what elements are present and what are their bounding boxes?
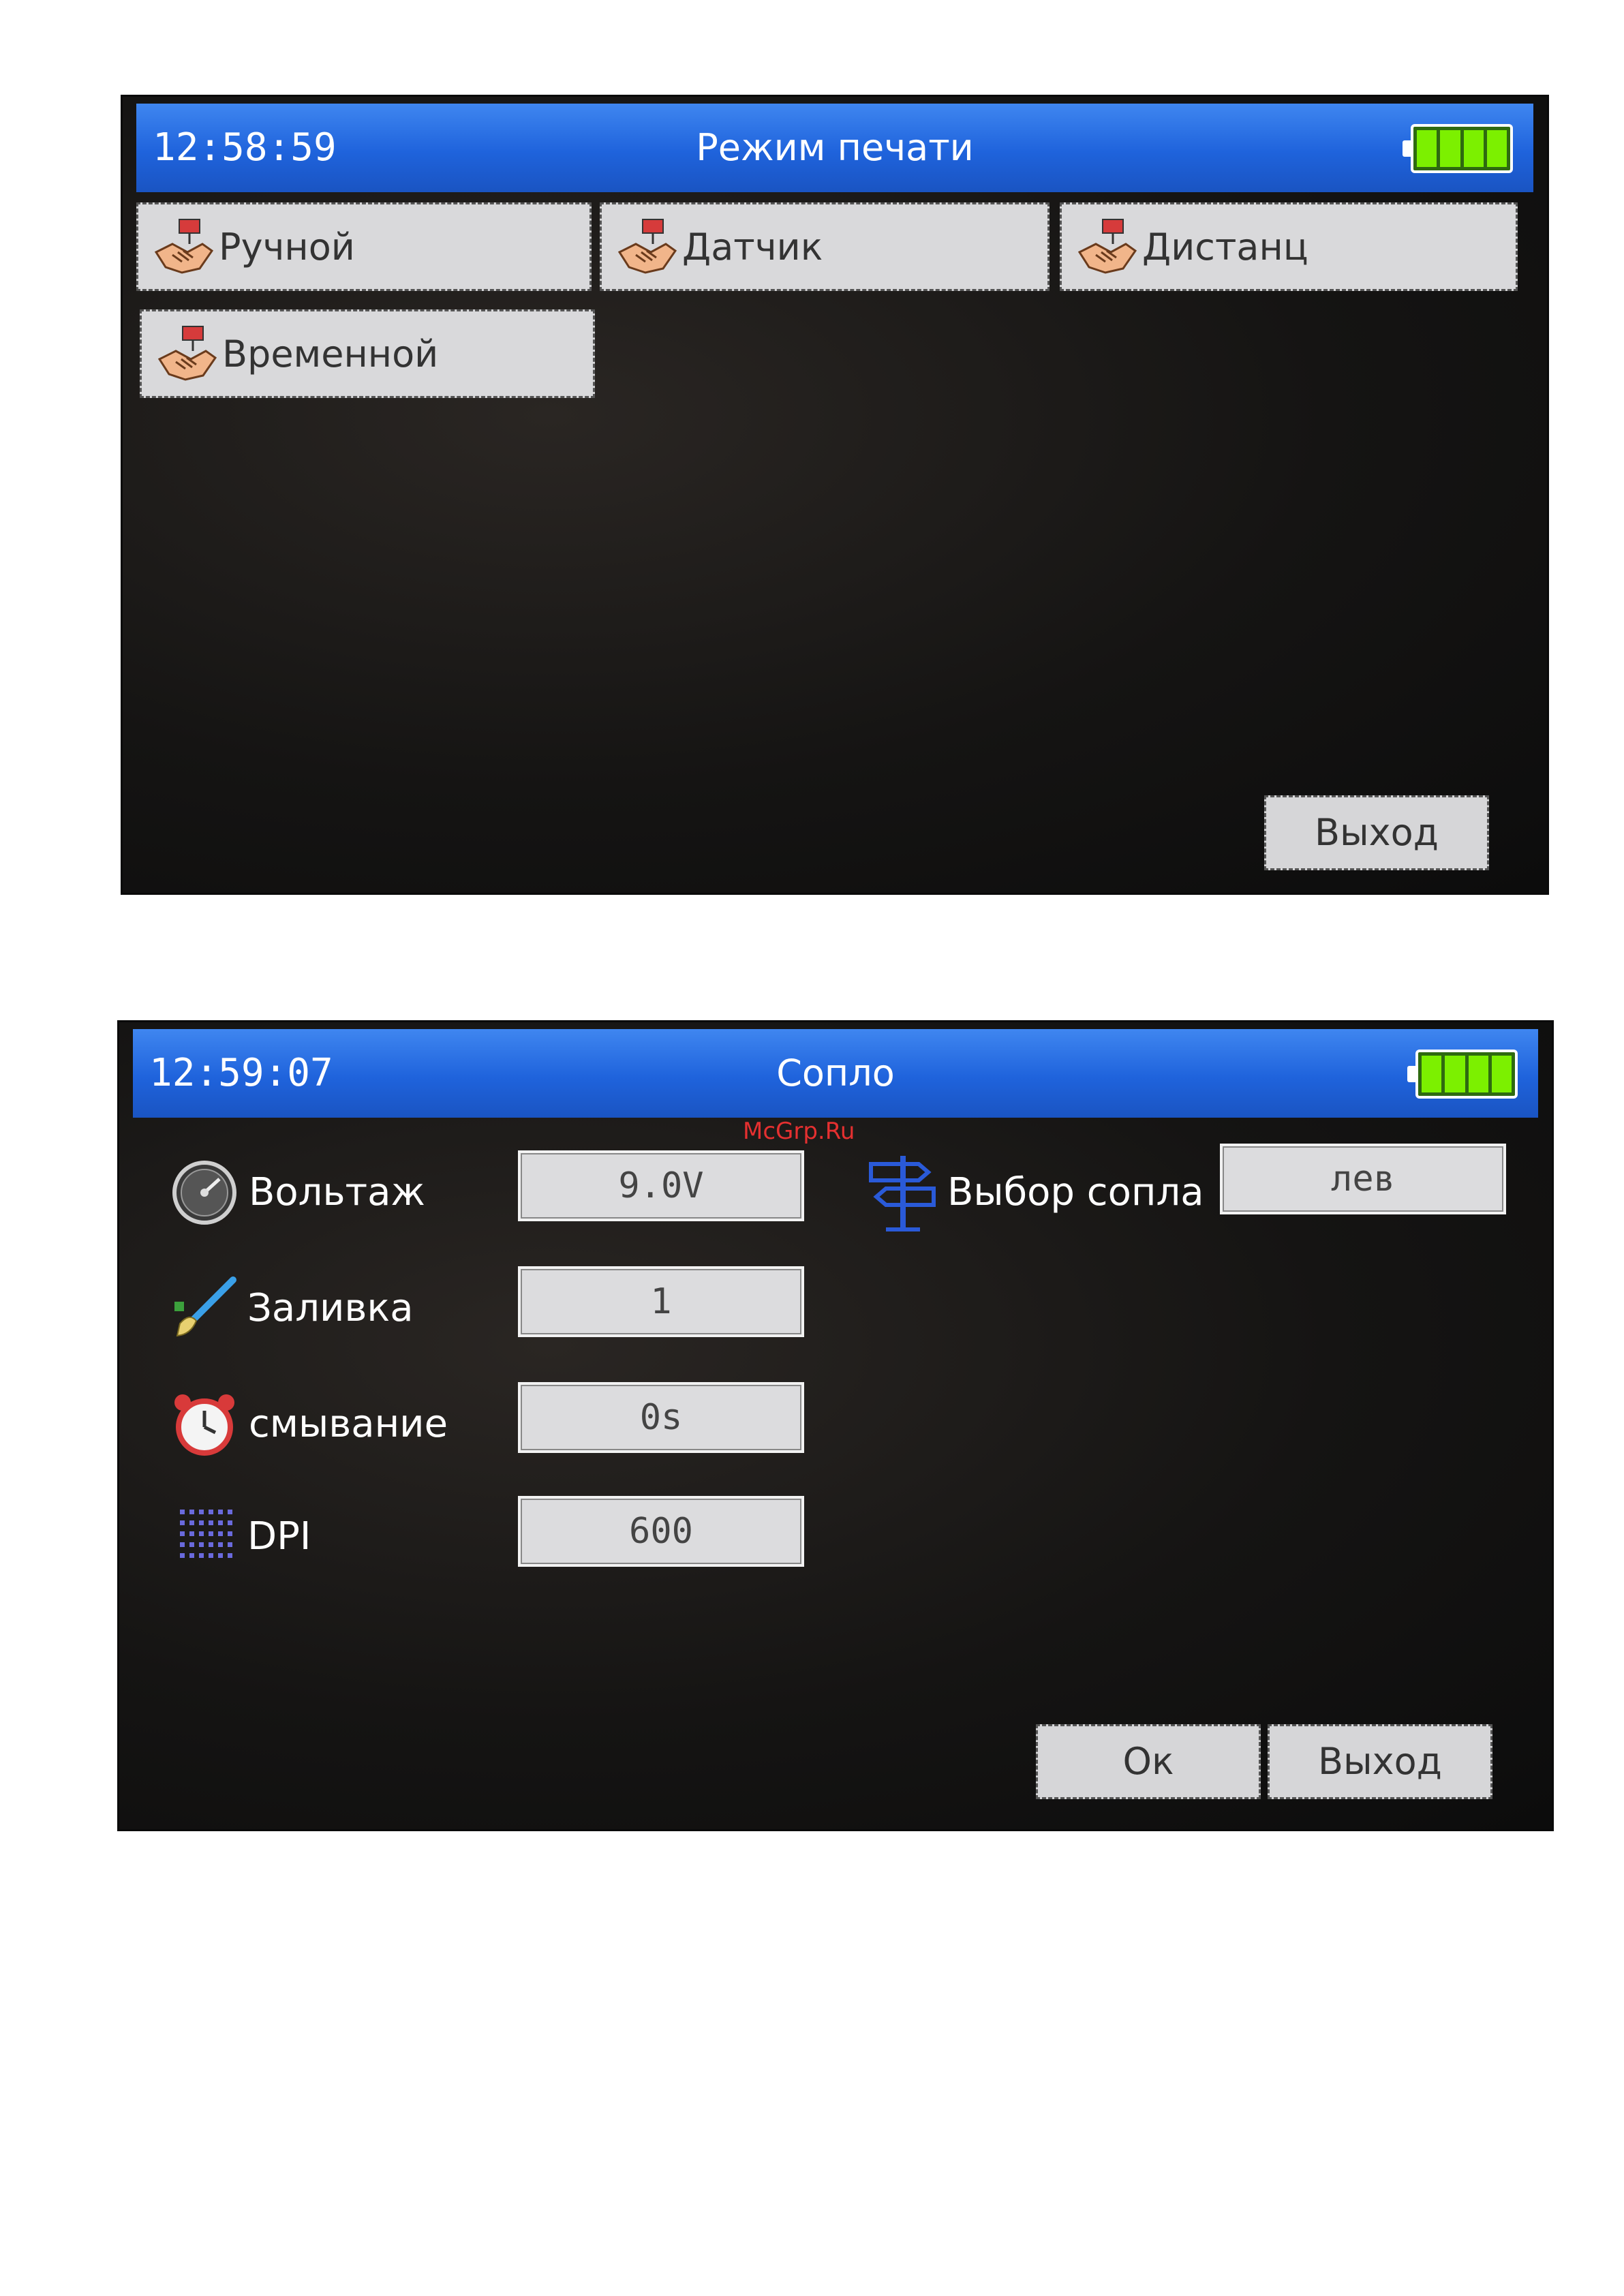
- mode-remote-button[interactable]: Дистанц: [1060, 202, 1518, 291]
- flush-label: смывание: [249, 1402, 448, 1446]
- dpi-label: DPI: [247, 1514, 311, 1559]
- watermark: McGrp.Ru: [743, 1118, 855, 1145]
- mode-sensor-button[interactable]: Датчик: [600, 202, 1050, 291]
- voltage-label: Вольтаж: [249, 1170, 425, 1214]
- nozzle-select-label: Выбор сопла: [947, 1170, 1204, 1214]
- mode-label: Ручной: [219, 225, 355, 269]
- fill-field[interactable]: 1: [518, 1266, 804, 1337]
- title-bar: 12:59:07 Сопло: [133, 1029, 1538, 1118]
- print-mode-screen: 12:58:59 Режим печати Ручной Датчик Дист…: [123, 97, 1547, 893]
- alarm-clock-icon: [174, 1394, 234, 1456]
- handshake-icon: [154, 219, 214, 274]
- dpi-field[interactable]: 600: [518, 1496, 804, 1567]
- gauge-icon: [172, 1161, 236, 1225]
- handshake-icon: [617, 219, 677, 274]
- screen-title: Режим печати: [696, 126, 974, 169]
- brush-icon: [174, 1276, 236, 1337]
- fill-label: Заливка: [247, 1286, 414, 1330]
- mode-manual-button[interactable]: Ручной: [136, 202, 592, 291]
- dot-grid-icon: [180, 1510, 232, 1558]
- exit-button[interactable]: Выход: [1264, 795, 1489, 870]
- voltage-field[interactable]: 9.0V: [518, 1150, 804, 1221]
- flush-field[interactable]: 0s: [518, 1382, 804, 1453]
- exit-button[interactable]: Выход: [1268, 1724, 1492, 1799]
- battery-icon: [1403, 124, 1513, 173]
- mode-timer-button[interactable]: Временной: [140, 309, 595, 398]
- ok-button[interactable]: Ок: [1036, 1724, 1261, 1799]
- handshake-icon: [157, 326, 217, 381]
- title-bar: 12:58:59 Режим печати: [136, 104, 1533, 192]
- battery-icon: [1407, 1050, 1518, 1099]
- handshake-icon: [1077, 219, 1137, 274]
- mode-label: Датчик: [682, 225, 823, 269]
- signpost-icon: [869, 1156, 936, 1231]
- screen-title: Сопло: [776, 1052, 895, 1095]
- mode-label: Временной: [222, 332, 439, 376]
- nozzle-select-field[interactable]: лев: [1220, 1144, 1506, 1214]
- mode-label: Дистанц: [1142, 225, 1308, 269]
